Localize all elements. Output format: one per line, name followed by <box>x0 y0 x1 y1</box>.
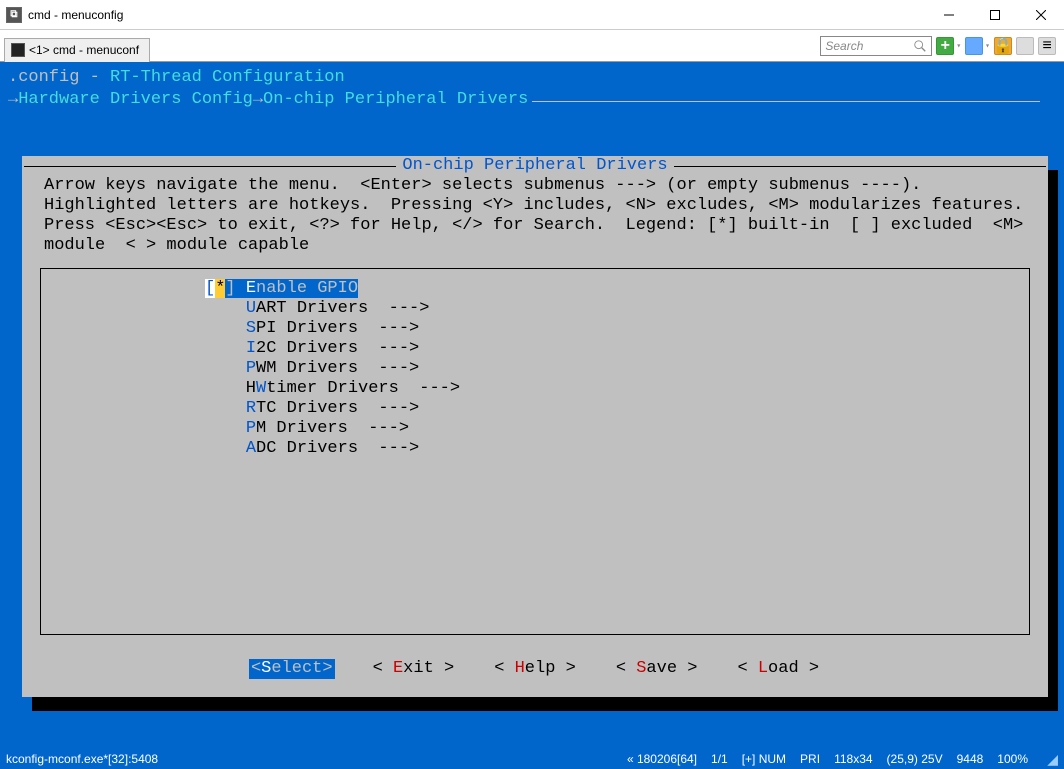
lock-icon[interactable]: 🔒 <box>994 37 1012 55</box>
menu-item[interactable]: [*] Enable GPIO <box>205 279 1029 299</box>
maximize-button[interactable] <box>972 0 1018 30</box>
menu-item[interactable]: UART Drivers ---> <box>205 299 1029 319</box>
toolbar: Search +▾ ▾ 🔒 ≡ <box>820 36 1060 56</box>
menu-list: [*] Enable GPIO UART Drivers ---> SPI Dr… <box>41 269 1029 459</box>
breadcrumb-item: On-chip Peripheral Drivers <box>263 90 528 110</box>
config-panel: On-chip Peripheral Drivers Arrow keys na… <box>22 156 1048 697</box>
menu-button[interactable]: ≡ <box>1038 37 1056 55</box>
window-controls <box>926 0 1064 30</box>
app-icon: ⧉ <box>6 7 22 23</box>
breadcrumb: → Hardware Drivers Config → On-chip Peri… <box>0 90 1064 110</box>
search-placeholder: Search <box>825 39 863 53</box>
terminal-area[interactable]: .config - RT-Thread Configuration → Hard… <box>0 62 1064 749</box>
status-item: « 180206[64] <box>627 752 697 766</box>
breadcrumb-item: Hardware Drivers Config <box>18 90 253 110</box>
tui-button[interactable]: < Exit > <box>371 659 457 679</box>
config-header: .config - RT-Thread Configuration <box>0 66 1064 90</box>
window-title: cmd - menuconfig <box>28 8 123 22</box>
tab-bar: <1> cmd - menuconf Search +▾ ▾ 🔒 ≡ <box>0 30 1064 62</box>
toolbar-button-a[interactable] <box>1016 37 1034 55</box>
tab-cmd[interactable]: <1> cmd - menuconf <box>4 38 150 62</box>
menu-item[interactable]: SPI Drivers ---> <box>205 319 1029 339</box>
window-titlebar: ⧉ cmd - menuconfig <box>0 0 1064 30</box>
status-process: kconfig-mconf.exe*[32]:5408 <box>6 752 158 766</box>
status-item: PRI <box>800 752 820 766</box>
tab-label: <1> cmd - menuconf <box>29 43 139 57</box>
menu-item[interactable]: HWtimer Drivers ---> <box>205 379 1029 399</box>
status-item: 118x34 <box>834 752 872 766</box>
buttons-row: <Select> < Exit > < Help > < Save > < Load > <box>22 659 1048 679</box>
status-item: 100% <box>997 752 1028 766</box>
menu-item[interactable]: ADC Drivers ---> <box>205 439 1029 459</box>
tui-button[interactable]: <Select> <box>249 659 335 679</box>
status-right: « 180206[64] 1/1 [+] NUM PRI 118x34 (25,9) 25… <box>627 751 1058 767</box>
config-header-prefix: .config - <box>8 68 110 87</box>
terminal-icon <box>11 43 25 57</box>
menu-box: [*] Enable GPIO UART Drivers ---> SPI Dr… <box>40 268 1030 635</box>
status-bar: kconfig-mconf.exe*[32]:5408 « 180206[64]… <box>0 749 1064 769</box>
help-text: Arrow keys navigate the menu. <Enter> se… <box>22 170 1048 256</box>
resize-grip[interactable]: ◢ <box>1042 751 1058 767</box>
menu-item[interactable]: PWM Drivers ---> <box>205 359 1029 379</box>
menu-item[interactable]: PM Drivers ---> <box>205 419 1029 439</box>
tui-button[interactable]: < Help > <box>492 659 578 679</box>
status-item: 9448 <box>957 752 984 766</box>
dropdown-icon[interactable]: ▾ <box>956 41 961 51</box>
status-item: 1/1 <box>711 752 728 766</box>
status-item: [+] NUM <box>742 752 786 766</box>
menu-item[interactable]: RTC Drivers ---> <box>205 399 1029 419</box>
search-icon <box>913 39 927 53</box>
panel-shadow <box>32 697 1058 711</box>
panel-title: On-chip Peripheral Drivers <box>398 156 671 176</box>
tui-button[interactable]: < Load > <box>735 659 821 679</box>
config-header-title: RT-Thread Configuration <box>110 68 345 87</box>
status-item: (25,9) 25V <box>887 752 943 766</box>
menu-item[interactable]: I2C Drivers ---> <box>205 339 1029 359</box>
panel-title-row: On-chip Peripheral Drivers <box>22 156 1048 176</box>
dropdown-icon[interactable]: ▾ <box>985 41 990 51</box>
minimize-button[interactable] <box>926 0 972 30</box>
search-input[interactable]: Search <box>820 36 932 56</box>
new-tab-button[interactable]: + <box>936 37 954 55</box>
tui-button[interactable]: < Save > <box>614 659 700 679</box>
close-button[interactable] <box>1018 0 1064 30</box>
split-view-button[interactable] <box>965 37 983 55</box>
